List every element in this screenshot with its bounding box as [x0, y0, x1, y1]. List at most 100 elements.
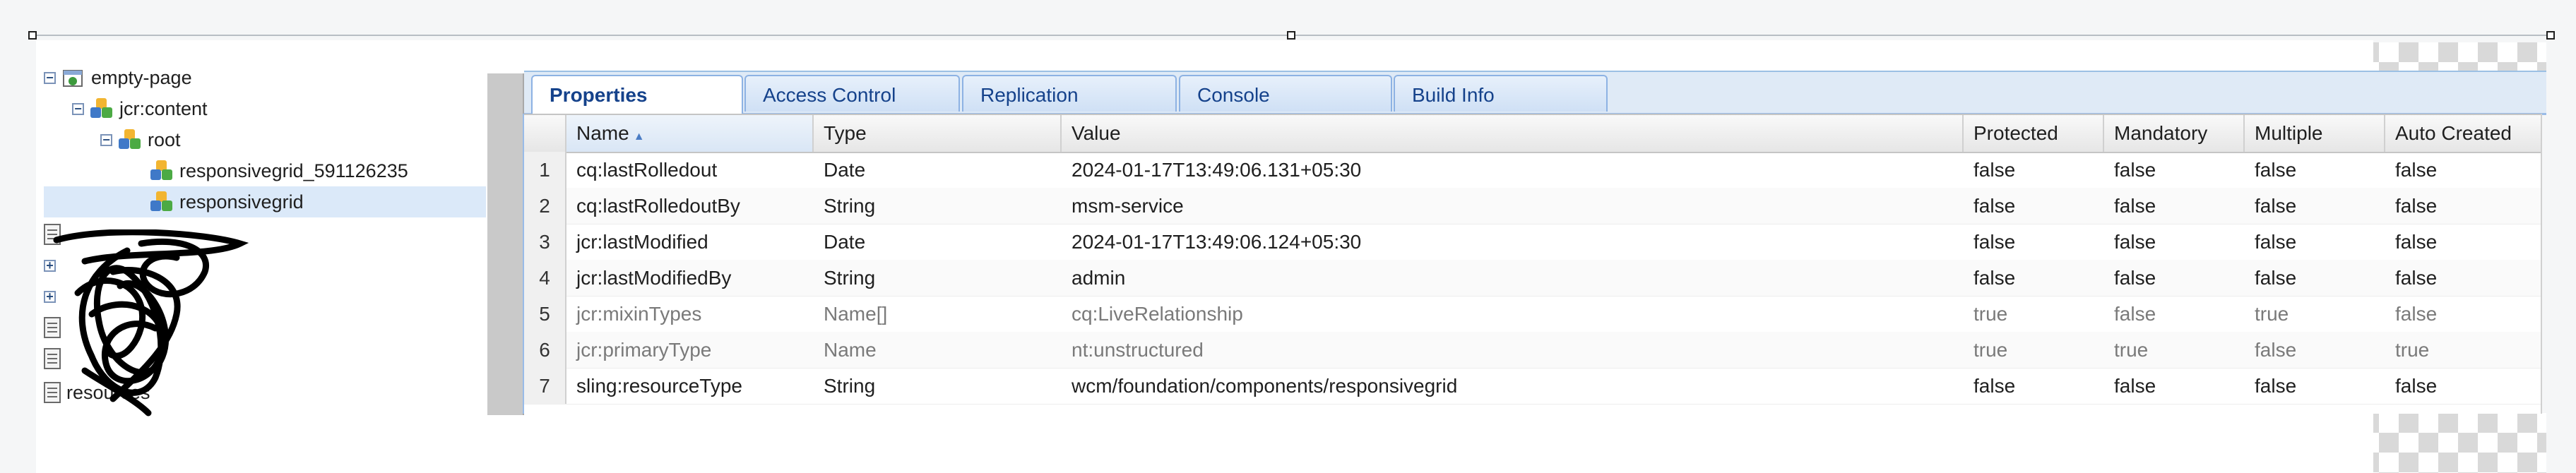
tab-bar: Properties Access Control Replication Co… — [524, 71, 2546, 115]
column-header-multiple[interactable]: Multiple — [2245, 115, 2385, 152]
cell-multiple[interactable]: false — [2245, 260, 2385, 296]
cell-auto-created[interactable]: false — [2385, 296, 2539, 332]
grid-header: Name ▲ Type Value Protected Mandatory Mul… — [524, 114, 2541, 153]
column-header-protected[interactable]: Protected — [1964, 115, 2104, 152]
cell-mandatory[interactable]: false — [2104, 188, 2245, 224]
cell-value[interactable]: 2024-01-17T13:49:06.131+05:30 — [1062, 152, 1964, 188]
table-row[interactable]: 6 jcr:primaryType Name nt:unstructured true t… — [524, 332, 2541, 369]
cell-type[interactable]: Date — [814, 152, 1062, 188]
cell-name[interactable]: jcr:mixinTypes — [566, 296, 814, 332]
tree-node-responsivegrid[interactable]: responsivegrid — [44, 186, 486, 217]
redaction-scribble — [53, 229, 249, 417]
tab-properties[interactable]: Properties — [531, 75, 743, 114]
tab-console[interactable]: Console — [1179, 75, 1392, 112]
column-header-value[interactable]: Value — [1062, 115, 1964, 152]
tree-node-label: root — [148, 129, 181, 150]
table-row[interactable]: 4 jcr:lastModifiedBy String admin false false… — [524, 260, 2541, 297]
cell-name[interactable]: cq:lastRolledoutBy — [566, 188, 814, 224]
cell-type[interactable]: Name — [814, 332, 1062, 368]
node-cubes-icon — [118, 128, 142, 152]
cell-protected[interactable]: false — [1964, 152, 2104, 188]
cell-value[interactable]: wcm/foundation/components/responsivegrid — [1062, 368, 1964, 404]
cell-mandatory[interactable]: false — [2104, 260, 2245, 296]
tree-node-jcr-content[interactable]: − jcr:content — [72, 93, 208, 124]
column-header-type[interactable]: Type — [814, 115, 1062, 152]
collapse-icon[interactable]: − — [72, 102, 84, 115]
tree-node-label: responsivegrid_591126235 — [179, 160, 408, 181]
tab-replication[interactable]: Replication — [962, 75, 1177, 112]
cell-value[interactable]: cq:LiveRelationship — [1062, 296, 1964, 332]
table-row[interactable]: 5 jcr:mixinTypes Name[] cq:LiveRelationship… — [524, 296, 2541, 333]
cell-protected[interactable]: true — [1964, 296, 2104, 332]
collapse-icon[interactable]: − — [100, 133, 112, 146]
cell-name[interactable]: jcr:primaryType — [566, 332, 814, 368]
cell-name[interactable]: cq:lastRolledout — [566, 152, 814, 188]
cell-auto-created[interactable]: false — [2385, 224, 2539, 260]
tree-node-label: responsivegrid — [179, 191, 304, 212]
resize-handle-top-right[interactable] — [2546, 31, 2555, 40]
cell-protected[interactable]: false — [1964, 224, 2104, 260]
tree-node-responsivegrid-591126235[interactable]: responsivegrid_591126235 — [150, 155, 408, 186]
table-row[interactable]: 1 cq:lastRolledout Date 2024-01-17T13:49:06… — [524, 152, 2541, 188]
tree-node-label: jcr:content — [119, 98, 208, 119]
sort-ascending-icon: ▲ — [633, 131, 645, 143]
tree-node-root[interactable]: − root — [100, 124, 181, 155]
tab-build-info[interactable]: Build Info — [1394, 75, 1608, 112]
row-number: 2 — [524, 188, 566, 224]
row-number: 4 — [524, 260, 566, 296]
collapse-icon[interactable]: − — [44, 71, 56, 84]
cell-value[interactable]: admin — [1062, 260, 1964, 296]
column-header-label: Name — [576, 122, 629, 144]
cell-mandatory[interactable]: false — [2104, 296, 2245, 332]
cell-mandatory[interactable]: true — [2104, 332, 2245, 368]
cell-auto-created[interactable]: false — [2385, 188, 2539, 224]
column-header-name[interactable]: Name ▲ — [566, 115, 814, 152]
cell-name[interactable]: jcr:lastModifiedBy — [566, 260, 814, 296]
cell-multiple[interactable]: false — [2245, 188, 2385, 224]
cell-type[interactable]: String — [814, 260, 1062, 296]
cell-multiple[interactable]: true — [2245, 296, 2385, 332]
cell-value[interactable]: nt:unstructured — [1062, 332, 1964, 368]
cell-value[interactable]: 2024-01-17T13:49:06.124+05:30 — [1062, 224, 1964, 260]
cell-protected[interactable]: false — [1964, 260, 2104, 296]
cell-mandatory[interactable]: false — [2104, 368, 2245, 404]
cell-value[interactable]: msm-service — [1062, 188, 1964, 224]
column-header-mandatory[interactable]: Mandatory — [2104, 115, 2245, 152]
tab-access-control[interactable]: Access Control — [744, 75, 960, 112]
cell-multiple[interactable]: false — [2245, 332, 2385, 368]
row-number: 6 — [524, 332, 566, 368]
cell-type[interactable]: Date — [814, 224, 1062, 260]
tree-node-empty-page[interactable]: − empty-page — [44, 62, 192, 93]
cell-type[interactable]: String — [814, 188, 1062, 224]
panel-splitter[interactable] — [487, 73, 524, 415]
table-row[interactable]: 7 sling:resourceType String wcm/foundation/… — [524, 368, 2541, 405]
cell-auto-created[interactable]: false — [2385, 368, 2539, 404]
cell-protected[interactable]: false — [1964, 188, 2104, 224]
row-number: 7 — [524, 368, 566, 404]
cell-mandatory[interactable]: false — [2104, 152, 2245, 188]
resize-handle-top-left[interactable] — [28, 31, 37, 40]
cell-multiple[interactable]: false — [2245, 224, 2385, 260]
cell-auto-created[interactable]: false — [2385, 260, 2539, 296]
cell-name[interactable]: sling:resourceType — [566, 368, 814, 404]
node-cubes-icon — [150, 190, 174, 214]
cell-protected[interactable]: true — [1964, 332, 2104, 368]
cell-mandatory[interactable]: false — [2104, 224, 2245, 260]
cell-name[interactable]: jcr:lastModified — [566, 224, 814, 260]
properties-grid: Name ▲ Type Value Protected Mandatory Mul… — [523, 114, 2542, 414]
table-row[interactable]: 3 jcr:lastModified Date 2024-01-17T13:49:06… — [524, 224, 2541, 261]
cell-type[interactable]: Name[] — [814, 296, 1062, 332]
cell-auto-created[interactable]: true — [2385, 332, 2539, 368]
tree-node-label: empty-page — [91, 67, 192, 88]
column-header-auto-created[interactable]: Auto Created — [2385, 115, 2539, 152]
table-row[interactable]: 2 cq:lastRolledoutBy String msm-service fals… — [524, 188, 2541, 224]
cell-type[interactable]: String — [814, 368, 1062, 404]
cell-multiple[interactable]: false — [2245, 368, 2385, 404]
cell-protected[interactable]: false — [1964, 368, 2104, 404]
cell-multiple[interactable]: false — [2245, 152, 2385, 188]
node-cubes-icon — [150, 159, 174, 183]
cell-auto-created[interactable]: false — [2385, 152, 2539, 188]
resize-handle-top-center[interactable] — [1287, 31, 1295, 40]
page-node-icon — [61, 66, 85, 90]
row-number-header — [524, 115, 566, 152]
